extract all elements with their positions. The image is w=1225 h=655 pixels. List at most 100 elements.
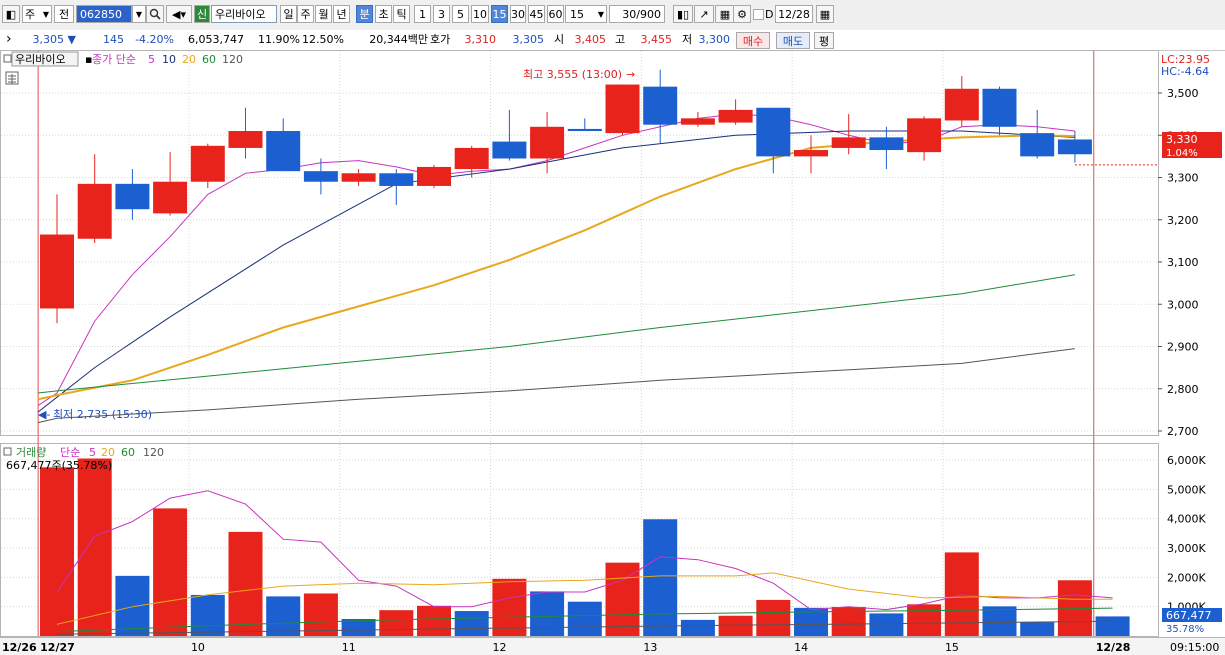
volume-bar — [153, 508, 188, 636]
interval-button-45[interactable]: 45 — [528, 5, 545, 23]
candle — [153, 152, 188, 216]
current-pct-tag-value: 1.04% — [1166, 148, 1198, 159]
stock-name-field[interactable]: 우리바이오 — [211, 5, 277, 23]
period-button-1[interactable]: 주 — [297, 5, 314, 23]
interval-button-15[interactable]: 15 — [491, 5, 508, 23]
candle — [982, 86, 1017, 136]
candle-body — [115, 183, 150, 210]
period-button-2[interactable]: 월 — [315, 5, 332, 23]
volume-info: 667,477주(35.78%) — [6, 459, 112, 472]
period-button-5[interactable]: 초 — [375, 5, 392, 23]
credit-badge: 신 — [194, 5, 210, 23]
candle — [228, 107, 263, 159]
low-label: 저 — [682, 33, 693, 46]
volume-title: 거래량 — [16, 446, 46, 459]
volume-bar — [1095, 616, 1130, 636]
candle — [680, 112, 715, 127]
chevron-icon[interactable]: › — [6, 32, 12, 46]
interval-button-10[interactable]: 10 — [471, 5, 489, 23]
quote-bar: › 3,305 ▼ 145 -4.20% 6,053,747 11.90% 12… — [0, 30, 1225, 51]
avg-button[interactable]: 평 — [814, 32, 834, 49]
volume-bar — [869, 613, 904, 636]
x-tick-label: 12/28 — [1096, 641, 1131, 654]
date-checkbox[interactable] — [753, 9, 764, 20]
candle-body — [1057, 139, 1092, 155]
ma-period-20: 20 — [182, 53, 196, 66]
candle — [643, 69, 678, 144]
x-tick-label: 10 — [191, 641, 205, 654]
calendar-icon[interactable]: ▦ — [816, 5, 834, 23]
count-field[interactable]: 30/900 — [609, 5, 665, 23]
candle — [756, 107, 791, 174]
sell-button[interactable]: 매도 — [776, 32, 810, 49]
x-tick-label: 12 — [493, 641, 507, 654]
stock-code-input[interactable]: 062850 — [76, 5, 132, 23]
candle-body — [77, 183, 112, 239]
ma-period-120: 120 — [222, 53, 243, 66]
date-input[interactable]: 12/28 — [775, 5, 813, 23]
price-volume-chart[interactable]: 3,5003,4003,3003,2003,1003,0002,9002,800… — [0, 50, 1225, 655]
volume-bar — [756, 599, 791, 636]
volume-bar — [115, 575, 150, 636]
candle — [831, 114, 866, 155]
draw-tool-icon[interactable]: ↗ — [694, 5, 714, 23]
period-button-6[interactable]: 틱 — [393, 5, 410, 23]
interval-input-value: 15 — [570, 8, 584, 21]
candle-body — [680, 118, 715, 125]
candle-body — [417, 166, 451, 186]
speaker-icon[interactable]: ◀▾ — [166, 5, 192, 23]
interval-button-60[interactable]: 60 — [547, 5, 564, 23]
candle-body — [831, 137, 866, 148]
interval-button-5[interactable]: 5 — [452, 5, 469, 23]
interval-button-3[interactable]: 3 — [433, 5, 450, 23]
bid-label: 호가 — [430, 33, 451, 46]
price-tick-label: 3,300 — [1167, 172, 1199, 185]
period-button-3[interactable]: 년 — [333, 5, 350, 23]
hc-value: HC:-4.64 — [1161, 65, 1209, 78]
gear-icon[interactable]: ⚙ — [733, 5, 751, 23]
interval-button-1[interactable]: 1 — [414, 5, 431, 23]
high-price: 3,455 — [640, 33, 673, 46]
volume-bar — [379, 610, 414, 636]
price-change-pct: -4.20% — [135, 33, 174, 46]
volume-panel-menu-icon[interactable] — [3, 447, 12, 456]
candle — [379, 169, 414, 205]
bid-price: 3,310 — [464, 33, 497, 46]
time-label: 09:15:00 — [1170, 641, 1219, 654]
ma-title: 종가 단순 — [92, 53, 136, 66]
volume-bar — [718, 615, 753, 636]
candle-type-icon[interactable]: ▮▯ — [673, 5, 693, 23]
volume-bar — [605, 562, 640, 636]
ma-line-60 — [38, 274, 1075, 394]
view-all-button[interactable]: 전 — [54, 5, 74, 23]
volume-bar — [530, 591, 565, 636]
volume-ma-title: 단순 — [60, 446, 80, 459]
grid-icon[interactable]: ▦ — [715, 5, 735, 23]
volume-bar — [1020, 622, 1055, 636]
code-dropdown-chevron-icon[interactable]: ▼ — [132, 5, 146, 23]
xaxis-strip — [0, 637, 1225, 655]
candle-body — [379, 173, 414, 186]
candle-body — [567, 128, 602, 132]
period-button-0[interactable]: 일 — [280, 5, 297, 23]
price-change: 145 — [103, 33, 124, 46]
period-button-4[interactable]: 분 — [356, 5, 373, 23]
search-icon[interactable] — [146, 5, 164, 23]
current-price: 3,305 ▼ — [32, 33, 76, 46]
volume-bar — [40, 467, 74, 636]
interval-input[interactable]: 15 ▼ — [565, 5, 607, 23]
candle — [492, 109, 527, 161]
current-price-value: 3,305 — [32, 33, 65, 46]
market-select[interactable]: 주 ▼ — [22, 5, 52, 23]
rate-pct: 12.50% — [302, 33, 344, 46]
candle-body — [190, 145, 225, 182]
panel-menu-icon[interactable] — [3, 54, 12, 63]
volume-bars — [40, 458, 1130, 636]
ma-period-60: 60 — [202, 53, 216, 66]
panel-toggle-icon[interactable]: ◧ — [2, 5, 20, 23]
interval-button-30[interactable]: 30 — [510, 5, 526, 23]
buy-button[interactable]: 매수 — [736, 32, 770, 49]
volume-tick-label: 5,000K — [1167, 483, 1206, 496]
trade-amount: 20,344백만 — [369, 33, 428, 46]
candle-body — [643, 86, 678, 125]
